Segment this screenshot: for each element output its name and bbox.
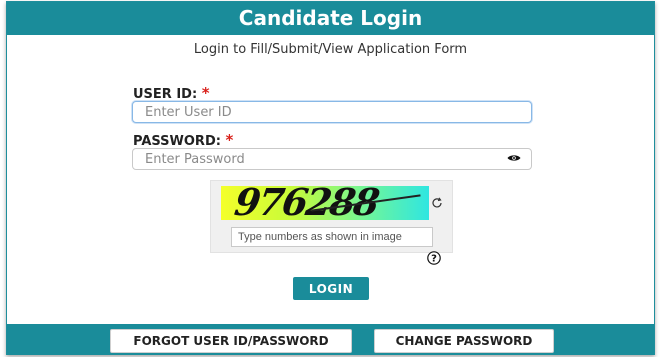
password-label-text: PASSWORD: xyxy=(133,134,221,149)
footer-bar: FORGOT USER ID/PASSWORD CHANGE PASSWORD xyxy=(7,324,654,355)
required-mark: * xyxy=(225,131,234,149)
captcha-box: 976288 xyxy=(210,180,453,253)
change-password-button[interactable]: CHANGE PASSWORD xyxy=(374,329,554,353)
required-mark: * xyxy=(201,84,210,102)
user-id-label-text: USER ID: xyxy=(133,87,198,102)
page-title: Candidate Login xyxy=(7,2,654,35)
login-card: Candidate Login Login to Fill/Submit/Vie… xyxy=(6,1,655,355)
user-id-input[interactable] xyxy=(132,101,532,123)
refresh-icon[interactable] xyxy=(431,197,443,209)
password-label: PASSWORD: * xyxy=(133,131,233,149)
captcha-image: 976288 xyxy=(221,186,429,220)
user-id-label: USER ID: * xyxy=(133,84,210,102)
login-subtitle: Login to Fill/Submit/View Application Fo… xyxy=(193,42,468,57)
login-button[interactable]: LOGIN xyxy=(293,277,369,300)
captcha-input[interactable] xyxy=(231,227,433,247)
question-circle-icon[interactable]: ? xyxy=(427,251,441,265)
password-input[interactable] xyxy=(132,148,532,170)
svg-text:?: ? xyxy=(431,254,437,265)
eye-icon[interactable] xyxy=(507,154,521,162)
forgot-credentials-button[interactable]: FORGOT USER ID/PASSWORD xyxy=(110,329,352,353)
